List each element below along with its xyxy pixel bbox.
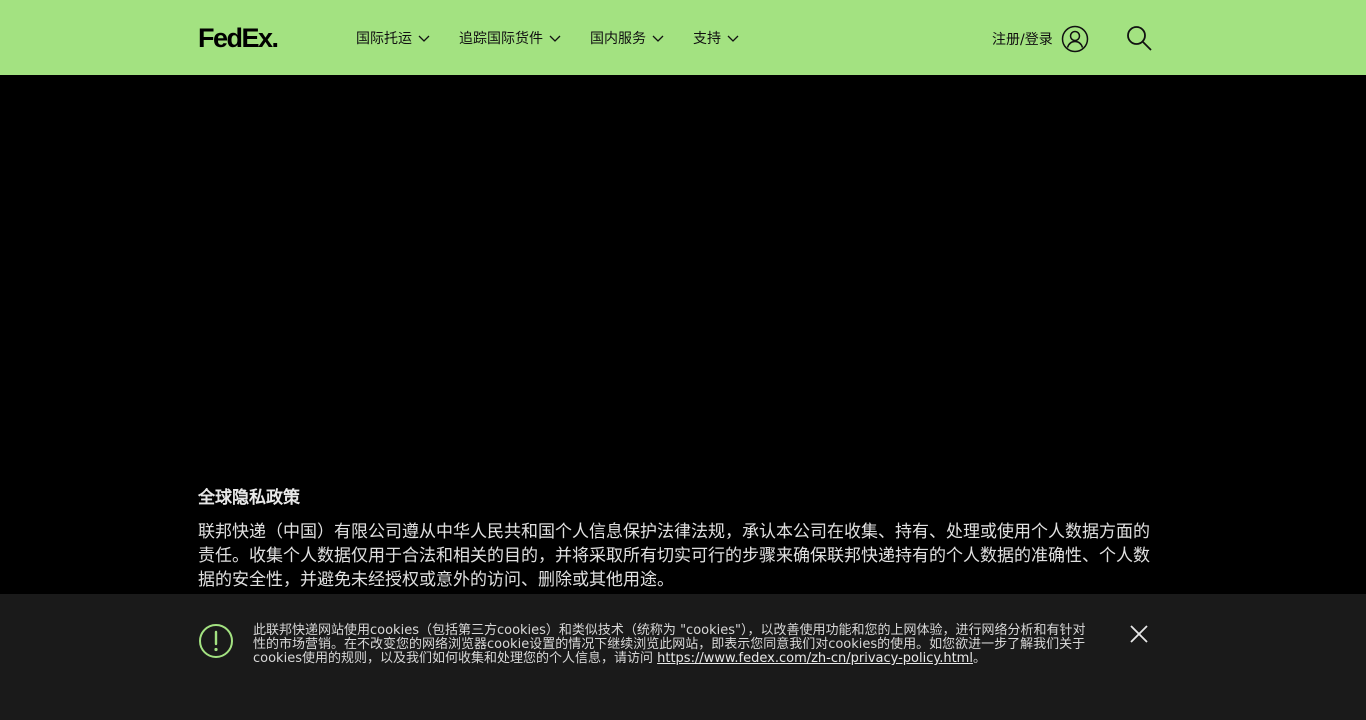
logo-ex: Ex xyxy=(241,23,274,53)
privacy-policy-link[interactable]: https://www.fedex.com/zh-cn/privacy-poli… xyxy=(657,651,973,666)
nav-label: 支持 xyxy=(693,31,721,47)
privacy-section: 全球隐私政策 联邦快递（中国）有限公司遵从中华人民共和国个人信息保护法律法规，承… xyxy=(198,486,1158,592)
logo-fed: Fed xyxy=(198,23,243,53)
user-icon xyxy=(1061,25,1088,53)
nav-support[interactable]: 支持 xyxy=(693,27,739,49)
chevron-down-icon xyxy=(652,35,664,42)
site-header: FedEx. 国际托运 追踪国际货件 国内服务 支持 注册/登录 xyxy=(0,0,1366,75)
chevron-down-icon xyxy=(549,35,561,42)
cookie-notice-suffix: 。 xyxy=(972,651,986,666)
nav-international-shipping[interactable]: 国际托运 xyxy=(356,27,430,49)
close-icon[interactable] xyxy=(1127,622,1151,646)
chevron-down-icon xyxy=(727,35,739,42)
login-button[interactable]: 注册/登录 xyxy=(992,24,1089,54)
login-label: 注册/登录 xyxy=(992,32,1053,48)
cookie-notice-text: 此联邦快递网站使用cookies（包括第三方cookies）和类似技术（统称为 … xyxy=(253,624,1093,666)
fedex-logo[interactable]: FedEx. xyxy=(198,23,280,53)
page-title: 全球隐私政策 xyxy=(198,488,300,508)
nav-label: 追踪国际货件 xyxy=(459,31,543,47)
policy-paragraph: 联邦快递（中国）有限公司遵从中华人民共和国个人信息保护法律法规，承认本公司在收集… xyxy=(198,522,1150,590)
nav-label: 国内服务 xyxy=(590,31,646,47)
chevron-down-icon xyxy=(418,35,430,42)
nav-label: 国际托运 xyxy=(356,31,412,47)
alert-icon xyxy=(199,624,233,658)
nav-track-shipment[interactable]: 追踪国际货件 xyxy=(459,27,561,49)
nav-domestic-services[interactable]: 国内服务 xyxy=(590,27,664,49)
logo-dot: . xyxy=(271,23,280,53)
search-icon[interactable] xyxy=(1125,24,1153,52)
